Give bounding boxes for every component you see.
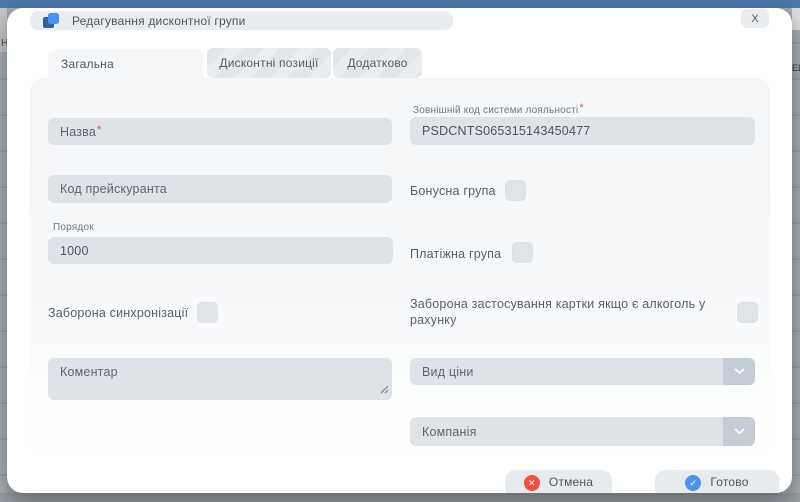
payment-group-checkbox[interactable] xyxy=(512,242,533,263)
cancel-x-icon: ✕ xyxy=(524,475,540,491)
pricelist-code-input[interactable]: Код прейскуранта xyxy=(48,175,392,203)
external-code-label: Зовнішній код системи лояльності* xyxy=(413,104,584,116)
background-page-bottom xyxy=(0,493,800,502)
name-placeholder: Назва xyxy=(60,125,96,139)
close-button[interactable]: X xyxy=(741,9,769,28)
sync-ban-checkbox[interactable] xyxy=(197,302,218,323)
dialog-header: Редагування дисконтної групи xyxy=(30,11,453,30)
external-code-input[interactable]: PSDCNTS065315143450477 xyxy=(410,117,755,145)
background-text-fragment-right: ЕЦ xyxy=(792,63,800,73)
comment-textarea[interactable]: Коментар xyxy=(48,358,392,400)
bonus-group-checkbox[interactable] xyxy=(505,180,526,201)
tab-discount-positions[interactable]: Дисконтні позиції xyxy=(207,48,331,78)
price-type-placeholder: Вид ціни xyxy=(422,365,474,379)
order-label: Порядок xyxy=(53,222,94,233)
company-select[interactable]: Компанія xyxy=(410,417,755,446)
discount-group-icon xyxy=(43,13,59,28)
done-button[interactable]: ✓ Готово xyxy=(655,470,779,493)
chevron-down-icon[interactable] xyxy=(723,417,755,446)
required-asterisk: * xyxy=(579,102,583,114)
name-input[interactable]: Назва* xyxy=(48,118,392,145)
alcohol-ban-label: Заборона застосування картки якщо є алко… xyxy=(410,296,728,328)
done-button-label: Готово xyxy=(710,475,748,489)
sync-ban-label: Заборона синхронізації xyxy=(48,305,188,321)
tab-general[interactable]: Загальна xyxy=(48,49,203,79)
company-placeholder: Компанія xyxy=(422,425,477,439)
edit-discount-group-dialog: Редагування дисконтної групи X Загальна … xyxy=(7,8,792,493)
dialog-title: Редагування дисконтної групи xyxy=(72,14,246,28)
order-input[interactable]: 1000 xyxy=(48,237,393,264)
pricelist-code-placeholder: Код прейскуранта xyxy=(60,182,167,196)
external-code-value: PSDCNTS065315143450477 xyxy=(422,124,590,138)
bonus-group-label: Бонусна група xyxy=(410,183,496,199)
background-page-left-edge xyxy=(0,8,7,493)
alcohol-ban-checkbox[interactable] xyxy=(737,302,758,323)
comment-placeholder: Коментар xyxy=(60,365,118,379)
resize-handle-icon[interactable] xyxy=(380,383,389,397)
price-type-select[interactable]: Вид ціни xyxy=(410,358,755,385)
background-page-right-edge xyxy=(792,8,800,493)
done-check-icon: ✓ xyxy=(685,475,701,491)
order-value: 1000 xyxy=(60,244,89,258)
required-asterisk: * xyxy=(97,124,101,136)
cancel-button-label: Отмена xyxy=(549,475,593,489)
chevron-down-icon[interactable] xyxy=(723,358,755,385)
background-page-right-header xyxy=(792,8,800,30)
payment-group-label: Платіжна група xyxy=(410,246,501,262)
cancel-button[interactable]: ✕ Отмена xyxy=(505,470,612,493)
app-top-bar xyxy=(0,0,800,8)
tab-additional[interactable]: Додатково xyxy=(333,48,422,78)
